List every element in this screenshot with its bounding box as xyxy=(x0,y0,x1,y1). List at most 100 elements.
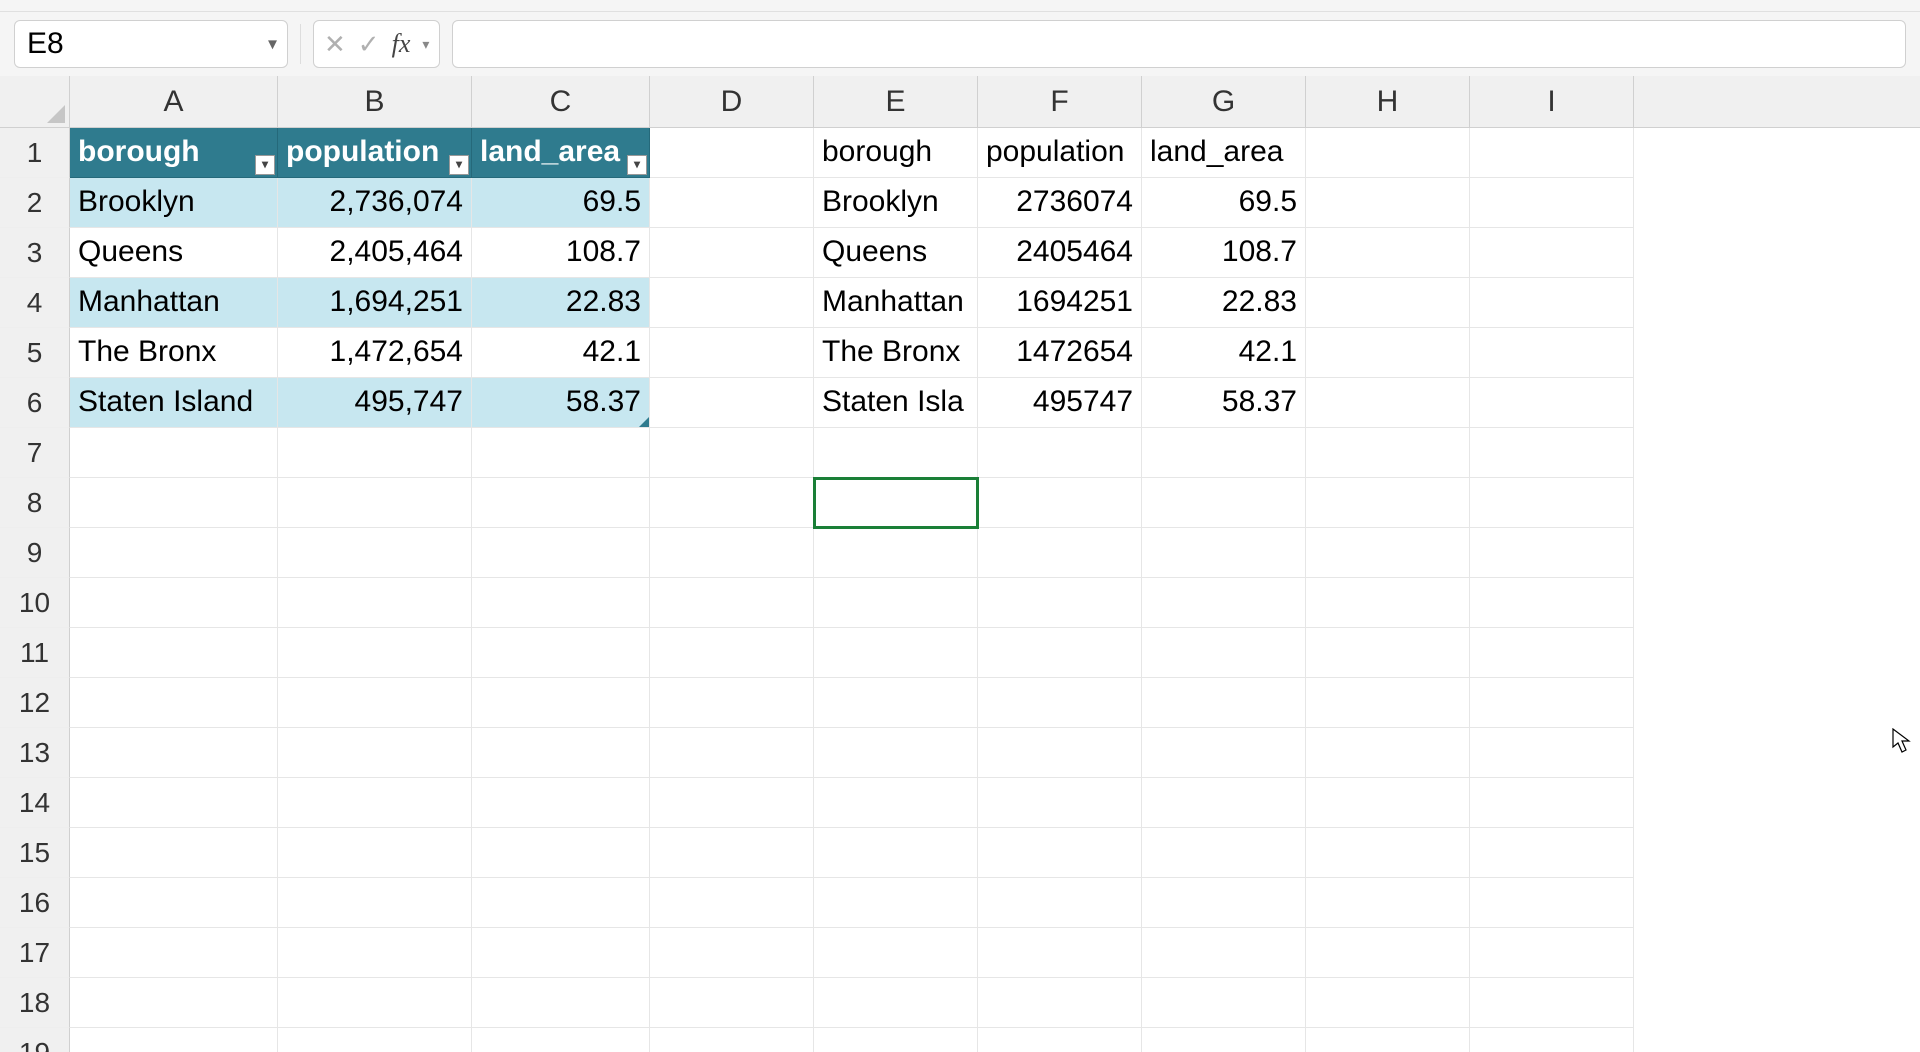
cell-A18[interactable] xyxy=(70,978,278,1028)
row-header-10[interactable]: 10 xyxy=(0,578,70,628)
cell-D18[interactable] xyxy=(650,978,814,1028)
row-header-19[interactable]: 19 xyxy=(0,1028,70,1052)
cell-C4[interactable]: 22.83 xyxy=(472,278,650,328)
cell-B10[interactable] xyxy=(278,578,472,628)
row-header-3[interactable]: 3 xyxy=(0,228,70,278)
cell-D10[interactable] xyxy=(650,578,814,628)
formula-bar[interactable] xyxy=(452,20,1906,68)
cell-H14[interactable] xyxy=(1306,778,1470,828)
name-box-input[interactable] xyxy=(25,26,225,62)
cell-B8[interactable] xyxy=(278,478,472,528)
cell-H16[interactable] xyxy=(1306,878,1470,928)
row-header-11[interactable]: 11 xyxy=(0,628,70,678)
cell-G14[interactable] xyxy=(1142,778,1306,828)
cell-A17[interactable] xyxy=(70,928,278,978)
cell-C17[interactable] xyxy=(472,928,650,978)
cell-G11[interactable] xyxy=(1142,628,1306,678)
cell-C18[interactable] xyxy=(472,978,650,1028)
cell-B6[interactable]: 495,747 xyxy=(278,378,472,428)
cell-B19[interactable] xyxy=(278,1028,472,1052)
cell-I11[interactable] xyxy=(1470,628,1634,678)
cell-B17[interactable] xyxy=(278,928,472,978)
col-header-D[interactable]: D xyxy=(650,76,814,127)
cell-B11[interactable] xyxy=(278,628,472,678)
cell-C5[interactable]: 42.1 xyxy=(472,328,650,378)
cell-H15[interactable] xyxy=(1306,828,1470,878)
cell-G19[interactable] xyxy=(1142,1028,1306,1052)
cell-A2[interactable]: Brooklyn xyxy=(70,178,278,228)
cell-A4[interactable]: Manhattan xyxy=(70,278,278,328)
cell-A1[interactable]: borough▾ xyxy=(70,128,278,178)
cell-B18[interactable] xyxy=(278,978,472,1028)
cell-D13[interactable] xyxy=(650,728,814,778)
cell-I10[interactable] xyxy=(1470,578,1634,628)
cell-A14[interactable] xyxy=(70,778,278,828)
cell-B3[interactable]: 2,405,464 xyxy=(278,228,472,278)
cell-F9[interactable] xyxy=(978,528,1142,578)
cell-E19[interactable] xyxy=(814,1028,978,1052)
cell-C19[interactable] xyxy=(472,1028,650,1052)
col-header-I[interactable]: I xyxy=(1470,76,1634,127)
cell-H5[interactable] xyxy=(1306,328,1470,378)
cell-C16[interactable] xyxy=(472,878,650,928)
cell-B13[interactable] xyxy=(278,728,472,778)
worksheet[interactable]: A B C D E F G H I 1234567891011121314151… xyxy=(0,76,1920,1052)
cell-F16[interactable] xyxy=(978,878,1142,928)
cell-F15[interactable] xyxy=(978,828,1142,878)
cell-B12[interactable] xyxy=(278,678,472,728)
formula-input[interactable] xyxy=(465,27,1893,61)
cell-I12[interactable] xyxy=(1470,678,1634,728)
cell-E3[interactable]: Queens xyxy=(814,228,978,278)
cell-E6[interactable]: Staten Isla xyxy=(814,378,978,428)
cell-G4[interactable]: 22.83 xyxy=(1142,278,1306,328)
cell-D11[interactable] xyxy=(650,628,814,678)
cell-E16[interactable] xyxy=(814,878,978,928)
cell-grid[interactable]: borough▾population▾land_area▾boroughpopu… xyxy=(70,128,1920,1052)
cell-I1[interactable] xyxy=(1470,128,1634,178)
row-header-1[interactable]: 1 xyxy=(0,128,70,178)
cell-I9[interactable] xyxy=(1470,528,1634,578)
cell-E9[interactable] xyxy=(814,528,978,578)
cell-B7[interactable] xyxy=(278,428,472,478)
cell-E18[interactable] xyxy=(814,978,978,1028)
cell-D5[interactable] xyxy=(650,328,814,378)
cell-G5[interactable]: 42.1 xyxy=(1142,328,1306,378)
cell-F12[interactable] xyxy=(978,678,1142,728)
cell-A6[interactable]: Staten Island xyxy=(70,378,278,428)
cell-E8[interactable] xyxy=(814,478,978,528)
col-header-H[interactable]: H xyxy=(1306,76,1470,127)
cell-C6[interactable]: 58.37 xyxy=(472,378,650,428)
cell-B2[interactable]: 2,736,074 xyxy=(278,178,472,228)
cell-I3[interactable] xyxy=(1470,228,1634,278)
cell-F1[interactable]: population xyxy=(978,128,1142,178)
cell-C10[interactable] xyxy=(472,578,650,628)
cell-H1[interactable] xyxy=(1306,128,1470,178)
cell-C15[interactable] xyxy=(472,828,650,878)
cell-G6[interactable]: 58.37 xyxy=(1142,378,1306,428)
cell-C2[interactable]: 69.5 xyxy=(472,178,650,228)
cell-F14[interactable] xyxy=(978,778,1142,828)
cell-B16[interactable] xyxy=(278,878,472,928)
cell-G12[interactable] xyxy=(1142,678,1306,728)
cell-A9[interactable] xyxy=(70,528,278,578)
cell-F13[interactable] xyxy=(978,728,1142,778)
cell-A5[interactable]: The Bronx xyxy=(70,328,278,378)
cell-C12[interactable] xyxy=(472,678,650,728)
cell-A11[interactable] xyxy=(70,628,278,678)
cell-D12[interactable] xyxy=(650,678,814,728)
filter-dropdown-icon[interactable]: ▾ xyxy=(627,155,647,175)
row-header-18[interactable]: 18 xyxy=(0,978,70,1028)
cell-F18[interactable] xyxy=(978,978,1142,1028)
cell-F6[interactable]: 495747 xyxy=(978,378,1142,428)
cell-E17[interactable] xyxy=(814,928,978,978)
col-header-G[interactable]: G xyxy=(1142,76,1306,127)
cell-I18[interactable] xyxy=(1470,978,1634,1028)
cell-A13[interactable] xyxy=(70,728,278,778)
cell-I6[interactable] xyxy=(1470,378,1634,428)
cell-C14[interactable] xyxy=(472,778,650,828)
cell-H8[interactable] xyxy=(1306,478,1470,528)
cell-B5[interactable]: 1,472,654 xyxy=(278,328,472,378)
select-all-corner[interactable] xyxy=(0,76,70,128)
cell-F19[interactable] xyxy=(978,1028,1142,1052)
cell-A12[interactable] xyxy=(70,678,278,728)
